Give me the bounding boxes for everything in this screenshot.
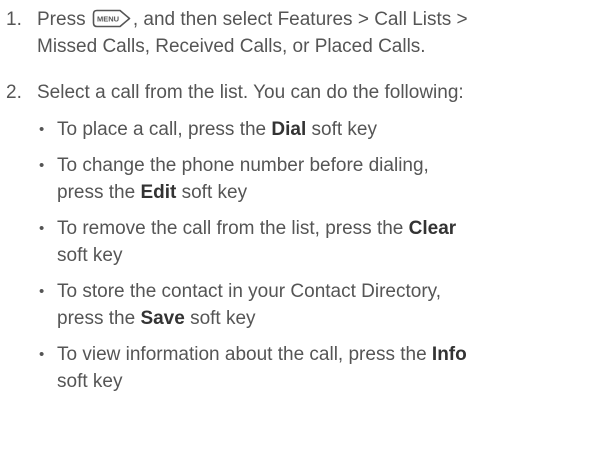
list-item-line: To store the contact in your Contact Dir…: [57, 278, 605, 305]
svg-text:MENU: MENU: [97, 15, 119, 24]
soft-key-name: Edit: [140, 182, 177, 203]
step-2: 2. Select a call from the list. You can …: [0, 79, 605, 395]
text-run: press the: [57, 182, 141, 203]
options-list: • To place a call, press the Dial soft k…: [37, 116, 605, 395]
soft-key-name: Dial: [271, 119, 307, 140]
list-item: • To change the phone number before dial…: [37, 152, 605, 206]
list-item-line: To view information about the call, pres…: [57, 341, 605, 368]
bullet-icon: •: [39, 220, 45, 237]
text-run: press the: [57, 308, 141, 329]
list-item-line: press the Save soft key: [57, 305, 605, 332]
bullet-icon: •: [39, 157, 45, 174]
step-number: 2.: [6, 82, 22, 103]
list-item: • To place a call, press the Dial soft k…: [37, 116, 605, 143]
soft-key-name: Save: [140, 308, 185, 329]
soft-key-name: Info: [431, 344, 467, 365]
bullet-icon: •: [39, 121, 45, 138]
text-run: To remove the call from the list, press …: [57, 218, 409, 239]
step-text: Press: [37, 9, 86, 30]
text-run: To store the contact in your Contact Dir…: [57, 281, 442, 302]
step-number: 1.: [6, 9, 22, 30]
text-run: soft key: [176, 182, 248, 203]
list-item-line: To place a call, press the Dial soft key: [57, 116, 605, 143]
list-item: • To remove the call from the list, pres…: [37, 215, 605, 269]
instructions-document: 1. Press MENU , and then select Features …: [0, 0, 605, 404]
soft-key-name: Clear: [408, 218, 457, 239]
step-1-line-2: Missed Calls, Received Calls, or Placed …: [37, 36, 426, 57]
bullet-icon: •: [39, 283, 45, 300]
step-text: , and then select Features > Call Lists …: [132, 9, 468, 30]
list-item-line: To change the phone number before dialin…: [57, 152, 605, 179]
list-item-line: press the Edit soft key: [57, 179, 605, 206]
text-run: To change the phone number before dialin…: [57, 155, 429, 176]
text-run: To view information about the call, pres…: [57, 344, 432, 365]
list-item-line: soft key: [57, 368, 605, 395]
text-run: soft key: [57, 371, 123, 392]
step-1-line-1: Press MENU , and then select Features > C…: [37, 6, 605, 33]
menu-key-icon: MENU: [92, 9, 132, 28]
bullet-icon: •: [39, 346, 45, 363]
text-run: soft key: [184, 308, 256, 329]
list-item-line: soft key: [57, 242, 605, 269]
list-item: • To view information about the call, pr…: [37, 341, 605, 395]
list-item-line: To remove the call from the list, press …: [57, 215, 605, 242]
list-item: • To store the contact in your Contact D…: [37, 278, 605, 332]
step-2-text: Select a call from the list. You can do …: [37, 82, 464, 103]
text-run: To place a call, press the: [57, 119, 272, 140]
text-run: soft key: [57, 245, 123, 266]
step-1: 1. Press MENU , and then select Features …: [0, 6, 605, 60]
text-run: soft key: [306, 119, 377, 140]
